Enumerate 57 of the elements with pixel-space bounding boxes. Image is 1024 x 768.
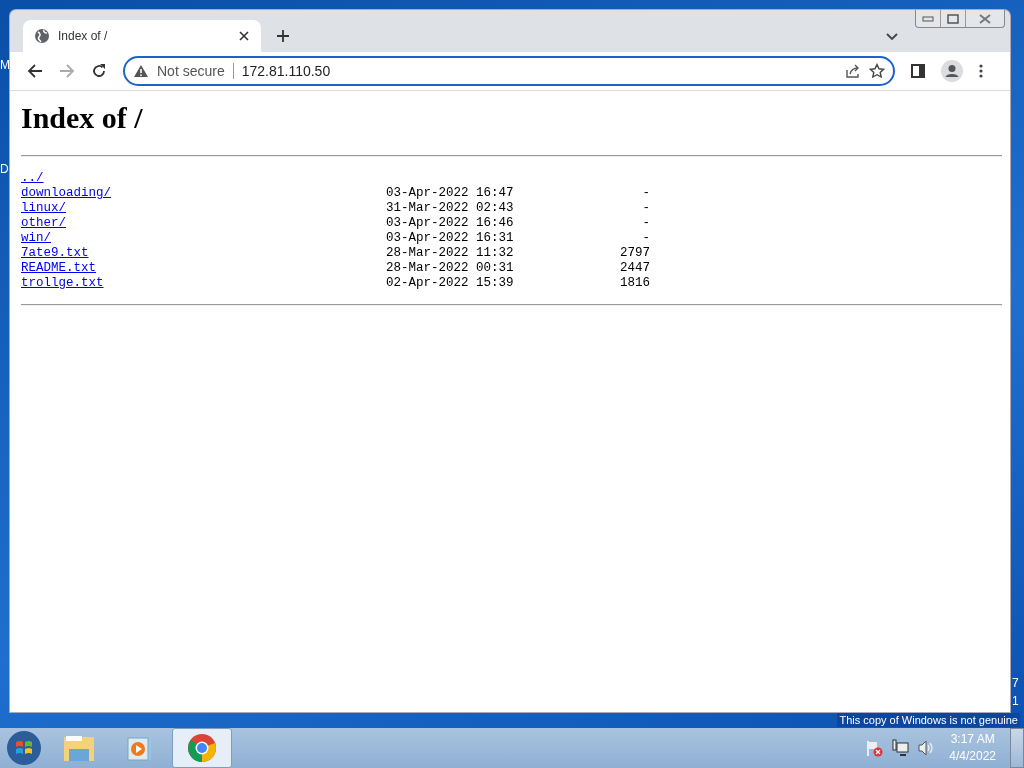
warning-icon: [133, 64, 149, 78]
file-size: -: [642, 231, 650, 245]
file-size: -: [642, 216, 650, 230]
file-link[interactable]: ../: [21, 171, 44, 185]
file-size: 2447: [620, 261, 650, 275]
file-link[interactable]: 7ate9.txt: [21, 246, 89, 260]
close-icon: [978, 13, 992, 24]
desktop-icon-label: 7: [1012, 676, 1019, 690]
file-size: -: [642, 186, 650, 200]
start-button[interactable]: [6, 730, 42, 766]
maximize-icon: [947, 13, 959, 24]
url-text: 172.81.110.50: [241, 63, 331, 79]
folder-icon: [63, 734, 95, 762]
network-icon[interactable]: [891, 739, 910, 757]
chrome-icon: [187, 733, 217, 763]
star-icon[interactable]: [869, 63, 885, 79]
desktop-icon-label: 1: [1012, 694, 1019, 708]
taskbar-app[interactable]: [172, 728, 232, 768]
file-link[interactable]: trollge.txt: [21, 276, 104, 290]
clock-time: 3:17 AM: [950, 731, 995, 748]
genuine-notice: This copy of Windows is not genuine: [837, 713, 1020, 727]
file-size: -: [642, 201, 650, 215]
modified-date: 02-Apr-2022 15:39: [386, 276, 514, 290]
media-player-icon: [126, 734, 154, 762]
file-size: 1816: [620, 276, 650, 290]
modified-date: 03-Apr-2022 16:31: [386, 231, 514, 245]
page-heading: Index of /: [21, 101, 144, 135]
file-link[interactable]: other/: [21, 216, 66, 230]
modified-date: 28-Mar-2022 11:32: [386, 246, 514, 260]
modified-date: 31-Mar-2022 02:43: [386, 201, 514, 215]
clock-date: 4/4/2022: [949, 748, 996, 765]
volume-icon[interactable]: [917, 739, 936, 757]
back-icon[interactable]: [27, 63, 43, 79]
file-link[interactable]: downloading/: [21, 186, 111, 200]
modified-date: 03-Apr-2022 16:46: [386, 216, 514, 230]
new-tab-icon[interactable]: [276, 29, 290, 43]
file-link[interactable]: linux/: [21, 201, 66, 215]
modified-date: 28-Mar-2022 00:31: [386, 261, 514, 275]
share-icon[interactable]: [845, 63, 861, 79]
profile-icon[interactable]: [941, 60, 963, 82]
security-label[interactable]: Not secure: [157, 63, 225, 79]
file-size: 2797: [620, 246, 650, 260]
close-tab-icon[interactable]: [238, 30, 250, 42]
flag-icon[interactable]: [865, 739, 884, 757]
modified-date: 03-Apr-2022 16:47: [386, 186, 514, 200]
minimize-icon: [922, 15, 934, 22]
globe-icon: [34, 28, 50, 44]
desktop-icon-label: M: [0, 58, 10, 72]
desktop-icon-label: D: [0, 162, 9, 176]
file-link[interactable]: win/: [21, 231, 51, 245]
tab-search-icon[interactable]: [886, 33, 898, 41]
browser-tab[interactable]: Index of /: [23, 20, 261, 52]
reload-icon[interactable]: [91, 63, 107, 79]
menu-icon[interactable]: [979, 64, 983, 78]
address-bar[interactable]: Not secure 172.81.110.50: [123, 56, 895, 86]
file-link[interactable]: README.txt: [21, 261, 96, 275]
side-panel-icon[interactable]: [911, 64, 925, 78]
